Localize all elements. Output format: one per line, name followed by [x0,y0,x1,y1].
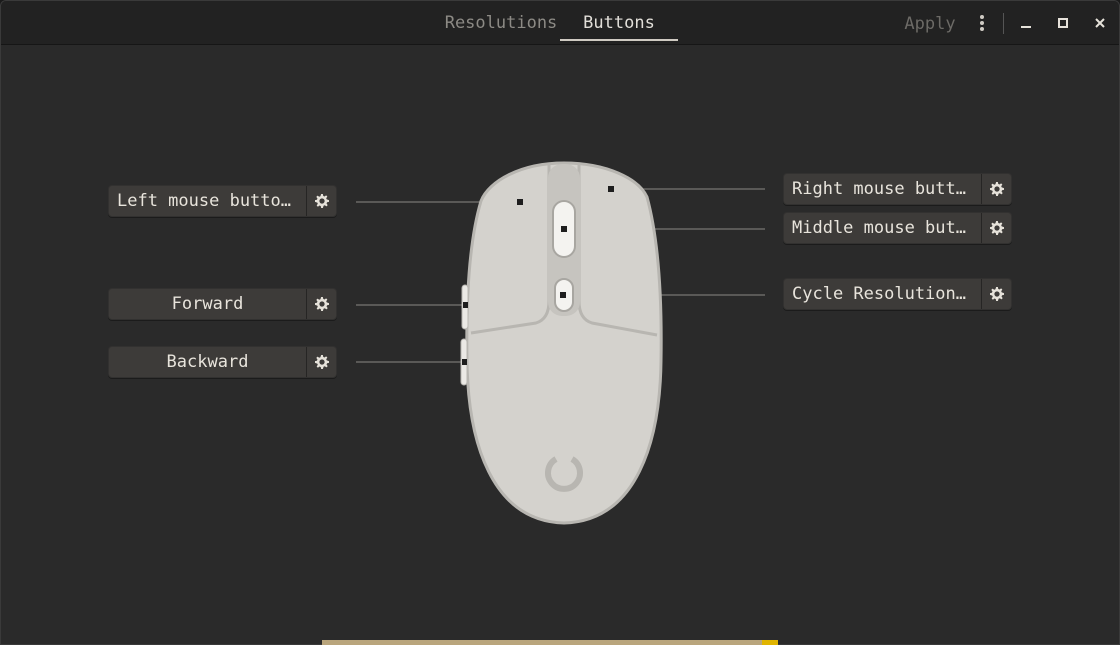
right-mouse-button-mapping[interactable]: Right mouse button… [783,173,1012,205]
left-mouse-button-mapping[interactable]: Left mouse button … [108,185,337,217]
tab-buttons[interactable]: Buttons [560,1,678,41]
mouse-illustration [356,161,765,525]
close-icon[interactable] [1089,1,1111,45]
left-mouse-button-label[interactable]: Left mouse button … [109,186,306,216]
gear-icon[interactable] [981,174,1011,204]
middle-mouse-button-label[interactable]: Middle mouse butto… [784,213,981,243]
maximize-icon[interactable] [1052,1,1074,45]
minimize-icon[interactable] [1015,1,1037,45]
titlebar: Resolutions Buttons Apply [1,1,1119,45]
middle-mouse-button-mapping[interactable]: Middle mouse butto… [783,212,1012,244]
backward-button-label[interactable]: Backward [109,347,306,377]
gear-icon[interactable] [981,279,1011,309]
right-mouse-button-label[interactable]: Right mouse button… [784,174,981,204]
titlebar-separator [1003,13,1004,34]
anchor-dots [462,186,614,365]
app-window: Resolutions Buttons Apply Left mouse but… [0,0,1120,645]
backward-button-mapping[interactable]: Backward [108,346,337,378]
apply-button[interactable]: Apply [899,1,961,45]
brand-logo-icon [545,456,583,492]
gear-icon[interactable] [981,213,1011,243]
mouse-body [465,161,663,525]
forward-button-label[interactable]: Forward [109,289,306,319]
leader-lines [356,188,765,363]
cycle-resolution-up-mapping[interactable]: Cycle Resolution Up [783,278,1012,310]
forward-button-mapping[interactable]: Forward [108,288,337,320]
gear-icon[interactable] [306,347,336,377]
gear-icon[interactable] [306,289,336,319]
gear-icon[interactable] [306,186,336,216]
cycle-resolution-up-label[interactable]: Cycle Resolution Up [784,279,981,309]
desktop-background-strip [322,640,778,645]
kebab-menu-icon[interactable] [971,1,993,45]
tab-resolutions[interactable]: Resolutions [441,1,561,41]
desktop-background-strip-accent [762,640,778,645]
